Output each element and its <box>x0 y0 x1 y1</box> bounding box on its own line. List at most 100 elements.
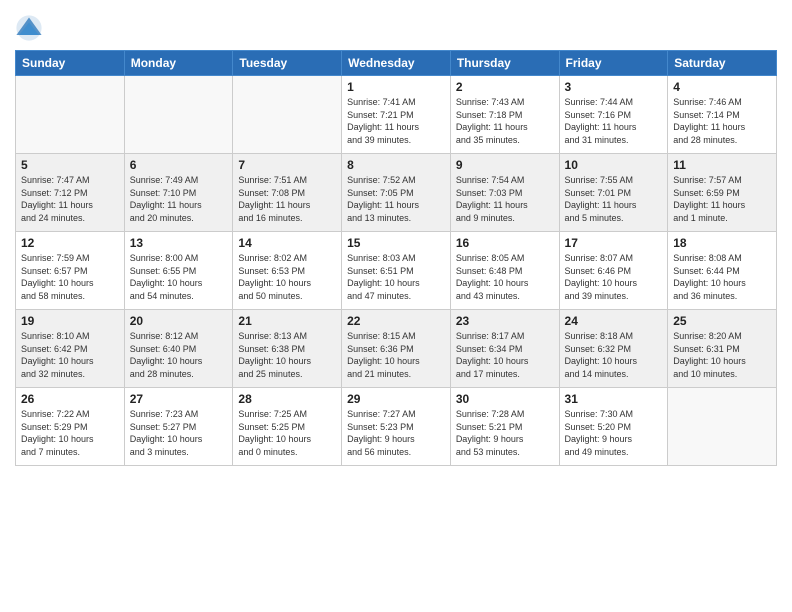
calendar-cell <box>668 388 777 466</box>
calendar-cell: 28 Sunrise: 7:25 AM Sunset: 5:25 PM Dayli… <box>233 388 342 466</box>
day-info: Sunrise: 7:47 AM Sunset: 7:12 PM Dayligh… <box>21 174 119 224</box>
day-number: 4 <box>673 80 771 94</box>
day-number: 28 <box>238 392 336 406</box>
calendar-cell: 6Sunrise: 7:49 AM Sunset: 7:10 PM Daylig… <box>124 154 233 232</box>
day-info: Sunrise: 7:52 AM Sunset: 7:05 PM Dayligh… <box>347 174 445 224</box>
day-info: Sunrise: 7:51 AM Sunset: 7:08 PM Dayligh… <box>238 174 336 224</box>
day-number: 30 <box>456 392 554 406</box>
day-info: Sunrise: 8:13 AM Sunset: 6:38 PM Dayligh… <box>238 330 336 380</box>
weekday-header-saturday: Saturday <box>668 51 777 76</box>
calendar-cell: 2 Sunrise: 7:43 AM Sunset: 7:18 PM Daylig… <box>450 76 559 154</box>
calendar-cell: 21 Sunrise: 8:13 AM Sunset: 6:38 PM Dayli… <box>233 310 342 388</box>
day-number: 19 <box>21 314 119 328</box>
calendar-cell: 27 Sunrise: 7:23 AM Sunset: 5:27 PM Dayli… <box>124 388 233 466</box>
day-number: 16 <box>456 236 554 250</box>
calendar-cell: 29 Sunrise: 7:27 AM Sunset: 5:23 PM Dayli… <box>342 388 451 466</box>
calendar-week-row: 26 Sunrise: 7:22 AM Sunset: 5:29 PM Dayli… <box>16 388 777 466</box>
weekday-header-thursday: Thursday <box>450 51 559 76</box>
day-info: Sunrise: 8:20 AM Sunset: 6:31 PM Dayligh… <box>673 330 771 380</box>
calendar-week-row: 19 Sunrise: 8:10 AM Sunset: 6:42 PM Dayli… <box>16 310 777 388</box>
day-info: Sunrise: 7:41 AM Sunset: 7:21 PM Dayligh… <box>347 96 445 146</box>
calendar-cell: 19 Sunrise: 8:10 AM Sunset: 6:42 PM Dayli… <box>16 310 125 388</box>
day-info: Sunrise: 8:00 AM Sunset: 6:55 PM Dayligh… <box>130 252 228 302</box>
day-number: 15 <box>347 236 445 250</box>
day-info: Sunrise: 7:30 AM Sunset: 5:20 PM Dayligh… <box>565 408 663 458</box>
day-number: 25 <box>673 314 771 328</box>
calendar-cell: 9Sunrise: 7:54 AM Sunset: 7:03 PM Daylig… <box>450 154 559 232</box>
calendar-cell: 8Sunrise: 7:52 AM Sunset: 7:05 PM Daylig… <box>342 154 451 232</box>
day-number: 9 <box>456 158 554 172</box>
weekday-header-wednesday: Wednesday <box>342 51 451 76</box>
calendar: SundayMondayTuesdayWednesdayThursdayFrid… <box>15 50 777 466</box>
day-number: 5 <box>21 158 119 172</box>
day-info: Sunrise: 8:02 AM Sunset: 6:53 PM Dayligh… <box>238 252 336 302</box>
day-info: Sunrise: 7:46 AM Sunset: 7:14 PM Dayligh… <box>673 96 771 146</box>
day-info: Sunrise: 7:23 AM Sunset: 5:27 PM Dayligh… <box>130 408 228 458</box>
weekday-header-sunday: Sunday <box>16 51 125 76</box>
day-number: 3 <box>565 80 663 94</box>
calendar-cell <box>16 76 125 154</box>
day-number: 12 <box>21 236 119 250</box>
header-area <box>15 10 777 42</box>
calendar-cell: 30 Sunrise: 7:28 AM Sunset: 5:21 PM Dayli… <box>450 388 559 466</box>
calendar-cell: 11Sunrise: 7:57 AM Sunset: 6:59 PM Dayli… <box>668 154 777 232</box>
day-info: Sunrise: 7:28 AM Sunset: 5:21 PM Dayligh… <box>456 408 554 458</box>
day-number: 11 <box>673 158 771 172</box>
day-number: 26 <box>21 392 119 406</box>
day-number: 31 <box>565 392 663 406</box>
day-number: 17 <box>565 236 663 250</box>
day-info: Sunrise: 7:22 AM Sunset: 5:29 PM Dayligh… <box>21 408 119 458</box>
calendar-cell: 5 Sunrise: 7:47 AM Sunset: 7:12 PM Daylig… <box>16 154 125 232</box>
day-info: Sunrise: 8:05 AM Sunset: 6:48 PM Dayligh… <box>456 252 554 302</box>
calendar-cell: 13 Sunrise: 8:00 AM Sunset: 6:55 PM Dayli… <box>124 232 233 310</box>
day-info: Sunrise: 7:55 AM Sunset: 7:01 PM Dayligh… <box>565 174 663 224</box>
calendar-week-row: 5 Sunrise: 7:47 AM Sunset: 7:12 PM Daylig… <box>16 154 777 232</box>
page: SundayMondayTuesdayWednesdayThursdayFrid… <box>0 0 792 612</box>
calendar-cell: 7 Sunrise: 7:51 AM Sunset: 7:08 PM Daylig… <box>233 154 342 232</box>
day-number: 29 <box>347 392 445 406</box>
day-info: Sunrise: 7:59 AM Sunset: 6:57 PM Dayligh… <box>21 252 119 302</box>
day-info: Sunrise: 7:43 AM Sunset: 7:18 PM Dayligh… <box>456 96 554 146</box>
day-number: 20 <box>130 314 228 328</box>
calendar-cell: 16 Sunrise: 8:05 AM Sunset: 6:48 PM Dayli… <box>450 232 559 310</box>
day-number: 10 <box>565 158 663 172</box>
day-number: 21 <box>238 314 336 328</box>
calendar-cell: 20Sunrise: 8:12 AM Sunset: 6:40 PM Dayli… <box>124 310 233 388</box>
calendar-cell: 17 Sunrise: 8:07 AM Sunset: 6:46 PM Dayli… <box>559 232 668 310</box>
logo <box>15 14 45 42</box>
weekday-header-row: SundayMondayTuesdayWednesdayThursdayFrid… <box>16 51 777 76</box>
day-info: Sunrise: 7:25 AM Sunset: 5:25 PM Dayligh… <box>238 408 336 458</box>
day-info: Sunrise: 8:18 AM Sunset: 6:32 PM Dayligh… <box>565 330 663 380</box>
day-info: Sunrise: 7:27 AM Sunset: 5:23 PM Dayligh… <box>347 408 445 458</box>
day-info: Sunrise: 8:10 AM Sunset: 6:42 PM Dayligh… <box>21 330 119 380</box>
calendar-cell: 25 Sunrise: 8:20 AM Sunset: 6:31 PM Dayli… <box>668 310 777 388</box>
weekday-header-friday: Friday <box>559 51 668 76</box>
calendar-cell: 15 Sunrise: 8:03 AM Sunset: 6:51 PM Dayli… <box>342 232 451 310</box>
day-number: 2 <box>456 80 554 94</box>
calendar-cell: 10 Sunrise: 7:55 AM Sunset: 7:01 PM Dayli… <box>559 154 668 232</box>
weekday-header-tuesday: Tuesday <box>233 51 342 76</box>
day-info: Sunrise: 8:03 AM Sunset: 6:51 PM Dayligh… <box>347 252 445 302</box>
day-info: Sunrise: 7:44 AM Sunset: 7:16 PM Dayligh… <box>565 96 663 146</box>
calendar-cell: 31 Sunrise: 7:30 AM Sunset: 5:20 PM Dayli… <box>559 388 668 466</box>
calendar-cell: 22Sunrise: 8:15 AM Sunset: 6:36 PM Dayli… <box>342 310 451 388</box>
day-number: 27 <box>130 392 228 406</box>
calendar-cell <box>233 76 342 154</box>
day-number: 13 <box>130 236 228 250</box>
day-number: 23 <box>456 314 554 328</box>
calendar-cell <box>124 76 233 154</box>
day-number: 24 <box>565 314 663 328</box>
day-number: 1 <box>347 80 445 94</box>
weekday-header-monday: Monday <box>124 51 233 76</box>
calendar-cell: 23 Sunrise: 8:17 AM Sunset: 6:34 PM Dayli… <box>450 310 559 388</box>
day-info: Sunrise: 8:15 AM Sunset: 6:36 PM Dayligh… <box>347 330 445 380</box>
day-number: 6 <box>130 158 228 172</box>
calendar-cell: 26 Sunrise: 7:22 AM Sunset: 5:29 PM Dayli… <box>16 388 125 466</box>
day-number: 7 <box>238 158 336 172</box>
calendar-cell: 24 Sunrise: 8:18 AM Sunset: 6:32 PM Dayli… <box>559 310 668 388</box>
calendar-cell: 1 Sunrise: 7:41 AM Sunset: 7:21 PM Daylig… <box>342 76 451 154</box>
day-info: Sunrise: 8:17 AM Sunset: 6:34 PM Dayligh… <box>456 330 554 380</box>
day-number: 14 <box>238 236 336 250</box>
day-info: Sunrise: 8:07 AM Sunset: 6:46 PM Dayligh… <box>565 252 663 302</box>
calendar-cell: 18Sunrise: 8:08 AM Sunset: 6:44 PM Dayli… <box>668 232 777 310</box>
